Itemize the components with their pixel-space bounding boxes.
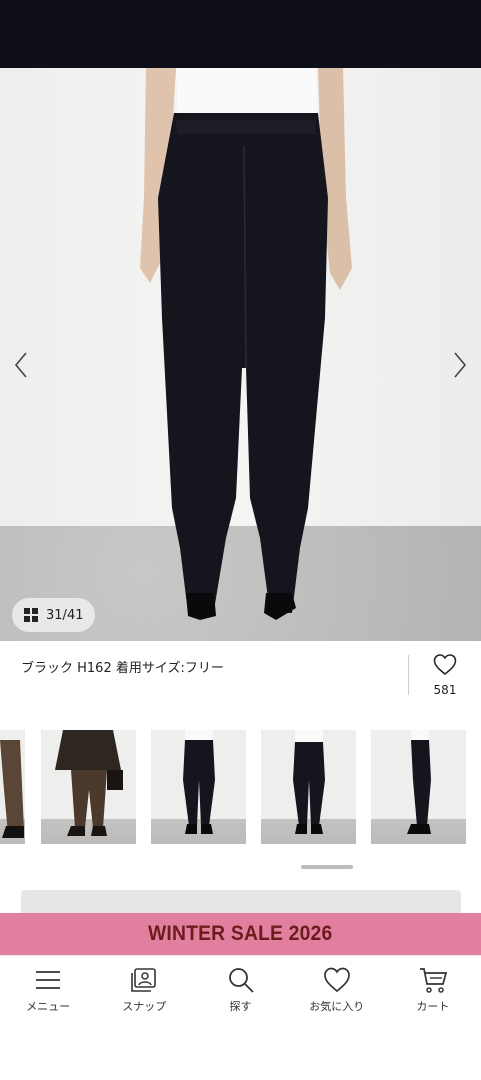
- product-main-image[interactable]: 31/41: [0, 68, 481, 641]
- hamburger-menu-icon: [36, 971, 61, 989]
- image-counter-button[interactable]: 31/41: [12, 598, 96, 632]
- favorite-button[interactable]: 581: [420, 653, 470, 697]
- tab-menu[interactable]: メニュー: [0, 956, 96, 1018]
- chevron-left-icon: [14, 352, 27, 378]
- image-info-row: ブラック H162 着用サイズ:フリー 581: [0, 641, 481, 713]
- favorite-count: 581: [433, 683, 457, 697]
- chevron-right-icon: [454, 352, 467, 378]
- bottom-tab-bar: メニュー スナップ 探す お気に入り カート: [0, 955, 481, 1018]
- previous-image-button[interactable]: [10, 348, 34, 382]
- image-caption: ブラック H162 着用サイズ:フリー: [21, 661, 224, 676]
- tab-favorites[interactable]: お気に入り: [289, 956, 385, 1018]
- image-counter-text: 31/41: [46, 607, 84, 623]
- tab-snap[interactable]: スナップ: [96, 956, 192, 1018]
- thumbnail-scroll-indicator: [301, 865, 353, 869]
- thumbnail-image[interactable]: [151, 730, 246, 844]
- tab-label: メニュー: [26, 1000, 71, 1013]
- thumbnail-image[interactable]: [371, 730, 466, 844]
- heart-icon: [433, 654, 457, 675]
- tab-search[interactable]: 探す: [192, 956, 288, 1018]
- tab-label: 探す: [229, 1000, 252, 1013]
- cart-icon: [419, 968, 448, 993]
- model-photo: [140, 68, 352, 620]
- tab-label: お気に入り: [309, 1000, 365, 1013]
- thumbnail-image[interactable]: [41, 730, 136, 844]
- sale-banner-text: WINTER SALE 2026: [148, 922, 333, 945]
- status-bar: [0, 0, 481, 68]
- thumbnail-image[interactable]: [261, 730, 356, 844]
- tab-cart[interactable]: カート: [385, 956, 481, 1018]
- heart-icon: [323, 967, 350, 993]
- thumbnail-image[interactable]: [0, 730, 25, 844]
- next-image-button[interactable]: [447, 348, 471, 382]
- search-icon: [228, 968, 254, 993]
- snap-photo-icon: [131, 968, 157, 992]
- winter-sale-banner[interactable]: WINTER SALE 2026: [0, 913, 481, 955]
- divider: [408, 655, 409, 695]
- tab-label: スナップ: [122, 1000, 167, 1013]
- grid-icon: [24, 608, 38, 622]
- tab-label: カート: [416, 1000, 450, 1013]
- bottom-safe-area: [0, 1018, 481, 1080]
- thumbnail-strip[interactable]: [0, 730, 481, 846]
